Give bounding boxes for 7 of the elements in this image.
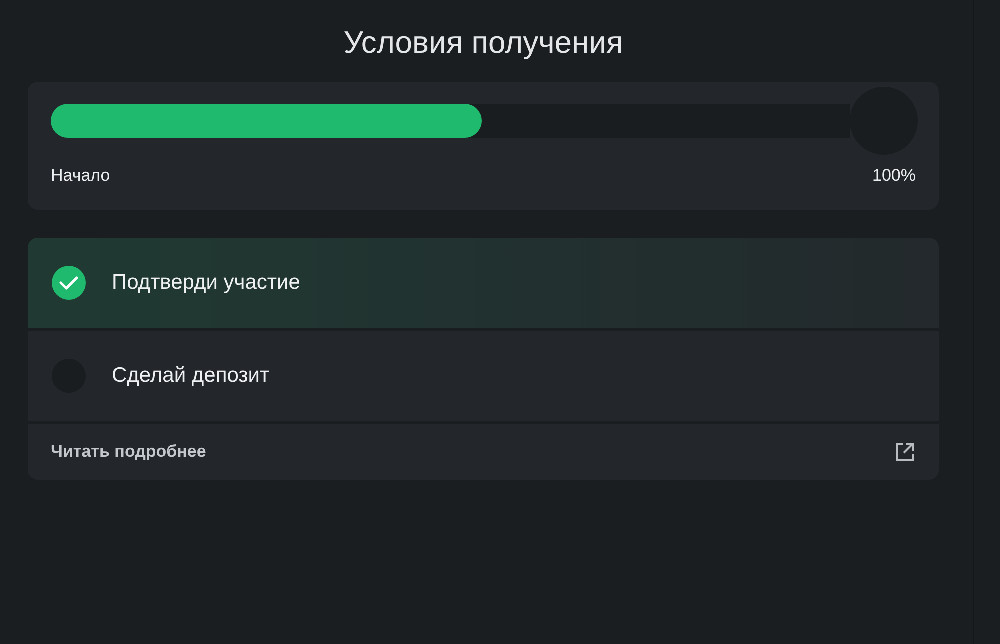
step-label: Подтверди участие [112, 271, 300, 295]
end-label: 100% [872, 166, 916, 186]
start-label: Начало [51, 166, 110, 186]
external-link-icon[interactable] [895, 442, 915, 462]
step-label: Сделай депозит [112, 364, 270, 388]
read-more-link[interactable]: Читать подробнее [51, 442, 206, 462]
page-title: Условия получения [342, 24, 624, 62]
